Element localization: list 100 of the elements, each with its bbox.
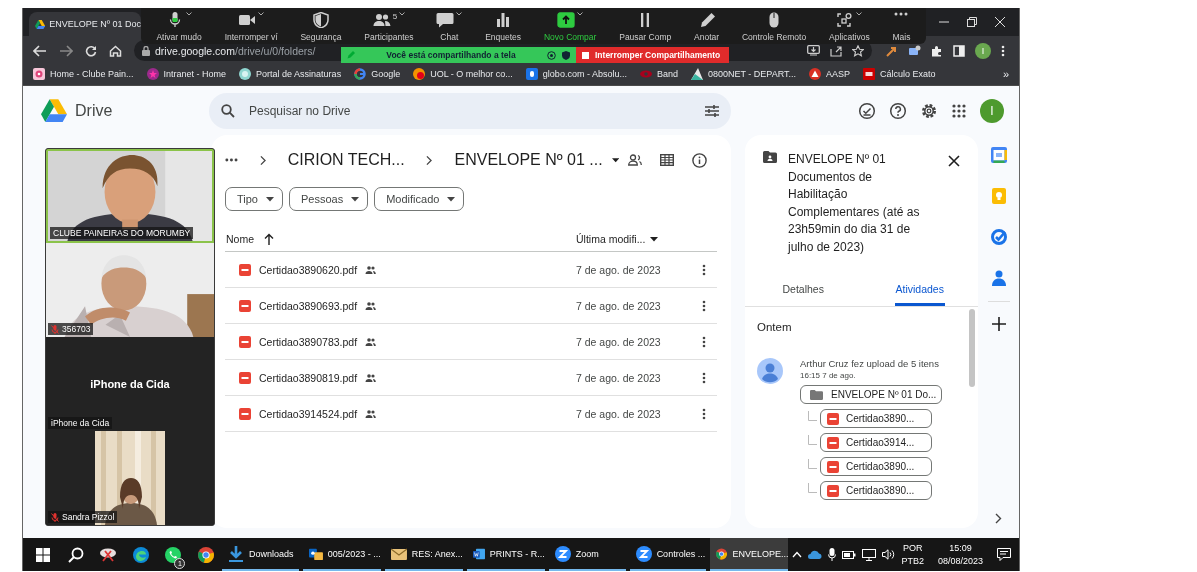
stop-sharing-button[interactable]: Interromper Compartilhamento: [576, 47, 729, 63]
install-icon[interactable]: [807, 45, 820, 56]
info-icon[interactable]: [692, 152, 707, 168]
bookmark[interactable]: AASP: [809, 67, 850, 80]
puzzle-icon[interactable]: [931, 44, 943, 57]
clock-date[interactable]: 08/08/2023: [938, 554, 984, 568]
file-chip[interactable]: Certidao3890...: [820, 457, 932, 476]
help-icon[interactable]: [889, 101, 907, 120]
search-input[interactable]: Pesquisar no Drive: [247, 102, 693, 119]
bookmark[interactable]: globo.com - Absolu...: [525, 67, 627, 80]
input-language[interactable]: POR: [903, 541, 923, 555]
video-tile[interactable]: Sandra Pizzol: [46, 431, 214, 525]
extension-icon[interactable]: [886, 44, 898, 57]
restore-icon[interactable]: [967, 17, 977, 27]
folder-chip[interactable]: ENVELOPE Nº 01 Do...: [800, 385, 942, 404]
search-icon[interactable]: [67, 546, 84, 563]
keyboard-layout[interactable]: PTB2: [901, 554, 924, 568]
settings-icon[interactable]: [920, 101, 938, 120]
reload-icon[interactable]: [85, 44, 97, 57]
file-name[interactable]: Certidao3890620.pdf: [259, 263, 358, 276]
close-icon[interactable]: [948, 155, 960, 167]
file-chip[interactable]: Certidao3914...: [820, 433, 932, 452]
taskbar-app[interactable]: Zoom: [548, 538, 626, 571]
details-tab[interactable]: Detalhes: [781, 274, 825, 306]
chevron-up-icon[interactable]: [792, 551, 803, 558]
account-avatar[interactable]: I: [980, 98, 1004, 123]
taskbar-app[interactable]: ENVELOPE...: [710, 538, 789, 571]
add-icon[interactable]: [991, 317, 1006, 331]
filter-chip[interactable]: Pessoas: [289, 187, 369, 211]
scrollbar[interactable]: [969, 309, 975, 387]
volume-icon[interactable]: [882, 549, 896, 560]
cloud-icon[interactable]: [808, 550, 823, 559]
kebab-menu-icon[interactable]: [702, 407, 706, 420]
more-bookmarks-button[interactable]: »: [1002, 67, 1009, 80]
calendar-icon[interactable]: [990, 147, 1007, 163]
filter-chip[interactable]: Tipo: [225, 187, 283, 211]
column-header[interactable]: Nome: [226, 233, 254, 245]
kebab-menu-icon[interactable]: [702, 335, 706, 348]
video-tile[interactable]: CLUBE PAINEIRAS DO MORUMBY: [46, 149, 214, 243]
offline-status-icon[interactable]: [858, 101, 876, 120]
extension-icon[interactable]: [908, 44, 921, 57]
taskbar-app[interactable]: Controles ...: [629, 538, 707, 571]
forward-arrow-icon[interactable]: [59, 44, 73, 57]
kebab-menu-icon[interactable]: [702, 371, 706, 384]
column-header[interactable]: Última modifi...: [576, 233, 646, 245]
browser-wave-icon[interactable]: [132, 546, 149, 563]
kebab-menu-icon[interactable]: [702, 299, 706, 312]
file-name[interactable]: Certidao3890693.pdf: [259, 299, 358, 312]
network-icon[interactable]: [862, 548, 877, 561]
bookmark[interactable]: Google: [354, 67, 401, 80]
filter-icon[interactable]: [705, 104, 719, 117]
video-tile[interactable]: iPhone da Cida iPhone da Cida: [46, 337, 214, 431]
more-icon[interactable]: [225, 158, 238, 162]
toolbar-button[interactable]: Mais: [890, 8, 913, 44]
file-name[interactable]: Certidao3914524.pdf: [259, 407, 358, 420]
details-tab[interactable]: Atividades: [894, 274, 945, 306]
taskbar-app[interactable]: PRINTS - R...: [466, 538, 545, 571]
taskbar-app[interactable]: RES: Anex...: [384, 538, 463, 571]
bookmark[interactable]: UOL - O melhor co...: [413, 67, 513, 80]
breadcrumb-item[interactable]: ENVELOPE Nº 01 ...: [454, 151, 603, 169]
bookmark[interactable]: Portal de Assinaturas: [239, 67, 342, 80]
browser-tab[interactable]: ENVELOPE Nº 01 Doc: [29, 12, 141, 36]
tasks-icon[interactable]: [990, 229, 1007, 245]
record-icon[interactable]: [547, 50, 556, 60]
chevron-right-icon[interactable]: [995, 513, 1002, 524]
share-icon[interactable]: [830, 44, 842, 57]
grid-view-icon[interactable]: [660, 154, 674, 166]
chrome-icon[interactable]: [197, 546, 214, 563]
video-tile[interactable]: 356703: [46, 243, 214, 337]
clock-time[interactable]: 15:09: [949, 541, 972, 555]
kebab-menu-icon[interactable]: [702, 263, 706, 276]
back-arrow-icon[interactable]: [33, 44, 47, 57]
file-name[interactable]: Certidao3890783.pdf: [259, 335, 358, 348]
contacts-icon[interactable]: [991, 270, 1006, 286]
windows-start-icon[interactable]: [36, 547, 51, 562]
filter-chip[interactable]: Modificado: [374, 187, 465, 211]
caret-down-icon[interactable]: [650, 236, 659, 242]
breadcrumb-item[interactable]: CIRION TECH...: [287, 151, 405, 169]
scissors-icon[interactable]: [99, 547, 118, 562]
taskbar-app[interactable]: Downloads: [221, 538, 299, 571]
home-icon[interactable]: [109, 44, 122, 57]
kebab-menu-icon[interactable]: [1001, 44, 1005, 57]
notifications-icon[interactable]: [997, 548, 1012, 561]
apps-grid-icon[interactable]: [951, 102, 967, 119]
file-name[interactable]: Certidao3890819.pdf: [259, 371, 358, 384]
sort-up-arrow-icon[interactable]: [264, 233, 274, 245]
bookmark[interactable]: Intranet - Home: [146, 67, 227, 80]
shield-icon[interactable]: [562, 50, 570, 60]
file-chip[interactable]: Certidao3890...: [820, 409, 932, 428]
bookmark[interactable]: Band: [639, 67, 678, 80]
search-bar[interactable]: Pesquisar no Drive: [209, 92, 731, 129]
battery-icon[interactable]: [842, 549, 857, 560]
shared-people-icon[interactable]: [628, 154, 642, 166]
chat-app-icon[interactable]: [164, 545, 183, 564]
bookmark[interactable]: Cálculo Exato: [863, 67, 936, 80]
side-panel-icon[interactable]: [953, 44, 965, 57]
microphone-icon[interactable]: [828, 548, 837, 561]
bookmark[interactable]: 0800NET - DEPART...: [690, 67, 796, 80]
bookmark[interactable]: Home - Clube Pain...: [33, 67, 134, 80]
taskbar-app[interactable]: 005/2023 - ...: [302, 538, 381, 571]
